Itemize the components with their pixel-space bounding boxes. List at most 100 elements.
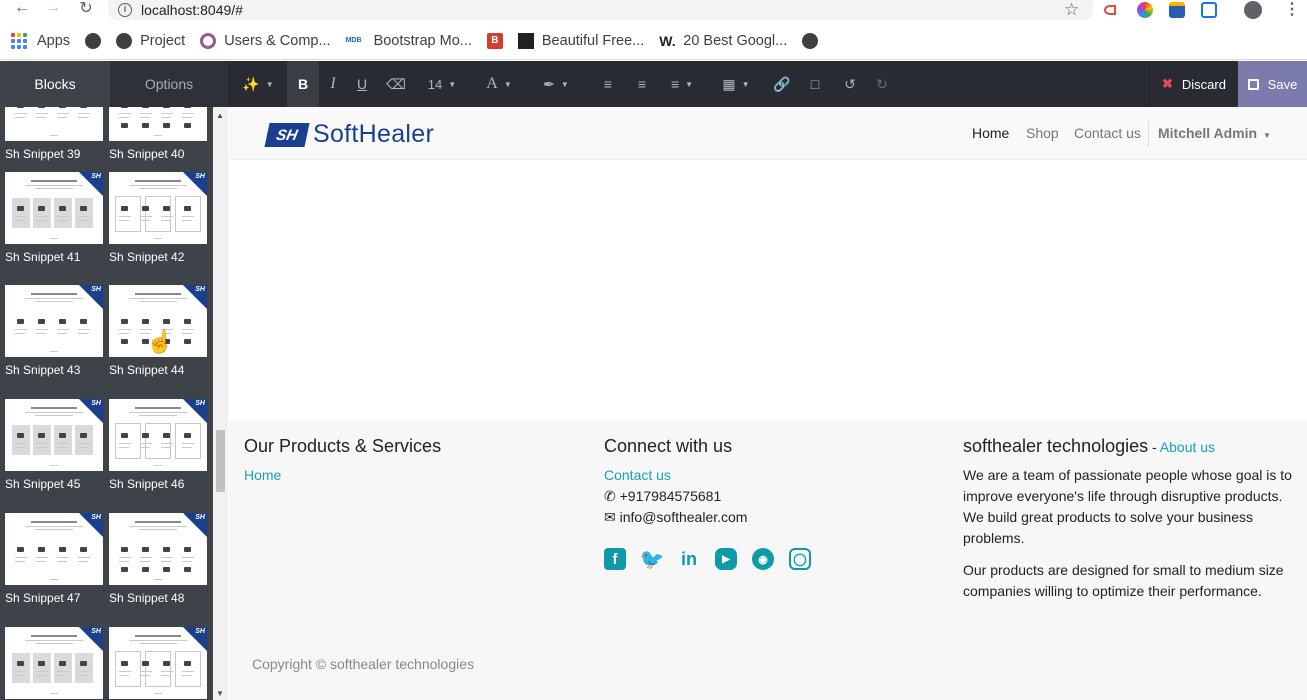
extension-window-icon[interactable] bbox=[1169, 2, 1185, 18]
thumbnail-shape: SH bbox=[91, 628, 101, 635]
snippet-item[interactable]: SH Sh Snippet 48 bbox=[109, 513, 207, 605]
align-dropdown[interactable]: ≡ ▼ bbox=[664, 61, 700, 107]
extension-arrow-icon[interactable] bbox=[1104, 5, 1116, 15]
bookmark-globe-2[interactable] bbox=[802, 32, 826, 49]
thumbnail-shape bbox=[17, 433, 24, 438]
thumbnail-shape bbox=[184, 123, 191, 128]
thumbnail-shape: SH bbox=[91, 173, 101, 180]
twitter-icon[interactable]: 🐦 bbox=[640, 548, 665, 571]
thumbnail-shape bbox=[59, 107, 66, 108]
save-label: Save bbox=[1267, 76, 1298, 92]
snippet-item[interactable]: SH Sh Snippet 46 bbox=[109, 399, 207, 491]
site-logo[interactable]: SH SoftHealer bbox=[264, 120, 434, 149]
info-icon[interactable]: i bbox=[118, 3, 132, 17]
thumbnail-shape bbox=[161, 447, 171, 448]
linkedin-icon[interactable]: in bbox=[678, 548, 700, 570]
snippet-item[interactable]: SH bbox=[109, 627, 207, 700]
snippet-item[interactable]: SH Sh Snippet 45 bbox=[5, 399, 103, 491]
snippet-label: Sh Snippet 39 bbox=[5, 147, 81, 161]
extension-color-icon[interactable] bbox=[1137, 2, 1153, 18]
thumbnail-shape bbox=[59, 319, 66, 324]
thumbnail-shape bbox=[35, 415, 73, 416]
link-button[interactable]: 🔗 bbox=[770, 61, 794, 107]
bookmark-star-icon[interactable]: ☆ bbox=[1064, 0, 1079, 20]
bookmark-google[interactable]: W. 20 Best Googl... bbox=[659, 33, 787, 49]
back-icon[interactable]: ← bbox=[6, 0, 38, 17]
scrollbar-thumb[interactable] bbox=[216, 430, 225, 492]
magic-wand-button[interactable]: ✨ ▼ bbox=[238, 61, 278, 107]
extension-grid-icon[interactable] bbox=[1201, 2, 1217, 18]
tab-blocks[interactable]: Blocks bbox=[0, 61, 110, 107]
snippet-item[interactable]: SH Sh Snippet 42 bbox=[109, 172, 207, 264]
bookmark-bootstrap[interactable]: MDB Bootstrap Mo... bbox=[346, 33, 472, 49]
browser-menu-icon[interactable]: ⋮ bbox=[1276, 0, 1307, 19]
background-color-dropdown[interactable]: ✒ ▼ bbox=[536, 61, 576, 107]
nav-home[interactable]: Home bbox=[972, 125, 1009, 141]
sidebar-scrollbar[interactable]: ▲ ▼ bbox=[213, 107, 228, 700]
instagram-icon[interactable]: ◯ bbox=[789, 548, 811, 570]
redo-button[interactable]: ↻ bbox=[870, 61, 894, 107]
snippet-item[interactable]: SH Sh Snippet 40 bbox=[109, 107, 207, 161]
thumbnail-shape bbox=[135, 521, 181, 523]
font-size-dropdown[interactable]: 14 ▼ bbox=[420, 61, 464, 107]
discard-label: Discard bbox=[1181, 76, 1226, 92]
nav-shop[interactable]: Shop bbox=[1026, 125, 1059, 141]
table-dropdown[interactable]: ▦ ▼ bbox=[718, 61, 754, 107]
footer-contact-link[interactable]: Contact us bbox=[604, 465, 934, 486]
forward-icon[interactable]: → bbox=[37, 0, 69, 17]
thumbnail-shape bbox=[154, 693, 162, 694]
nav-contact[interactable]: Contact us bbox=[1074, 125, 1141, 141]
image-button[interactable]: □ bbox=[803, 61, 827, 107]
snippet-item[interactable]: SH Sh Snippet 47 bbox=[5, 513, 103, 605]
eraser-button[interactable]: ⌫ bbox=[382, 61, 410, 107]
thumbnail-shape bbox=[163, 433, 170, 438]
facebook-icon[interactable]: f bbox=[604, 548, 626, 570]
about-us-link[interactable]: About us bbox=[1160, 439, 1215, 455]
underline-button[interactable]: U bbox=[348, 61, 376, 107]
bookmark-users[interactable]: Users & Comp... bbox=[200, 32, 331, 49]
thumbnail-shape bbox=[36, 333, 46, 334]
thumbnail-shape bbox=[142, 123, 149, 128]
discard-button[interactable]: ✖ Discard bbox=[1149, 61, 1238, 107]
snippet-label: Sh Snippet 40 bbox=[109, 147, 185, 161]
thumbnail-shape bbox=[175, 651, 201, 687]
bookmark-label: Beautiful Free... bbox=[541, 32, 645, 49]
bookmark-beautiful[interactable]: Beautiful Free... bbox=[517, 32, 645, 49]
thumbnail-shape bbox=[50, 693, 58, 694]
snippet-item[interactable]: SH Sh Snippet 41 bbox=[5, 172, 103, 264]
scroll-down-icon[interactable]: ▼ bbox=[216, 689, 224, 698]
bookmark-globe-1[interactable] bbox=[85, 32, 102, 49]
github-icon[interactable]: ◉ bbox=[752, 548, 774, 570]
save-button[interactable]: Save bbox=[1238, 61, 1307, 107]
thumbnail-shape bbox=[119, 443, 131, 444]
font-color-dropdown[interactable]: A ▼ bbox=[478, 61, 520, 107]
bullet-list-button[interactable]: ≡ bbox=[596, 61, 620, 107]
italic-button[interactable]: I bbox=[319, 61, 347, 107]
reload-icon[interactable]: ↻ bbox=[70, 0, 102, 18]
bookmark-project[interactable]: Project bbox=[116, 32, 185, 49]
youtube-icon[interactable]: ▶ bbox=[715, 548, 737, 570]
user-menu[interactable]: Mitchell Admin ▼ bbox=[1158, 125, 1271, 141]
tab-options[interactable]: Options bbox=[110, 61, 228, 107]
undo-button[interactable]: ↺ bbox=[838, 61, 862, 107]
snippet-item[interactable]: SH bbox=[5, 627, 103, 700]
footer-home-link[interactable]: Home bbox=[244, 465, 574, 486]
thumbnail-shape bbox=[31, 635, 77, 637]
profile-avatar-icon[interactable] bbox=[1244, 1, 1262, 19]
thumbnail-shape bbox=[36, 329, 48, 330]
thumbnail-shape bbox=[15, 561, 25, 562]
thumbnail-shape: SH bbox=[195, 514, 205, 521]
bold-button[interactable]: B bbox=[287, 61, 319, 107]
thumbnail-shape bbox=[161, 561, 171, 562]
thumbnail-shape bbox=[36, 220, 46, 221]
thumbnail-shape bbox=[15, 117, 25, 118]
thumbnail-shape bbox=[140, 220, 150, 221]
address-bar[interactable]: i localhost:8049/# bbox=[108, 0, 1093, 20]
bookmark-apps[interactable]: Apps bbox=[11, 32, 70, 49]
thumbnail-shape: SH bbox=[91, 286, 101, 293]
snippet-item[interactable]: SH Sh Snippet 43 bbox=[5, 285, 103, 377]
scroll-up-icon[interactable]: ▲ bbox=[216, 111, 224, 120]
numbered-list-button[interactable]: ≡ bbox=[630, 61, 654, 107]
bookmark-b[interactable]: B bbox=[486, 32, 503, 49]
snippet-item[interactable]: SH Sh Snippet 39 bbox=[5, 107, 103, 161]
